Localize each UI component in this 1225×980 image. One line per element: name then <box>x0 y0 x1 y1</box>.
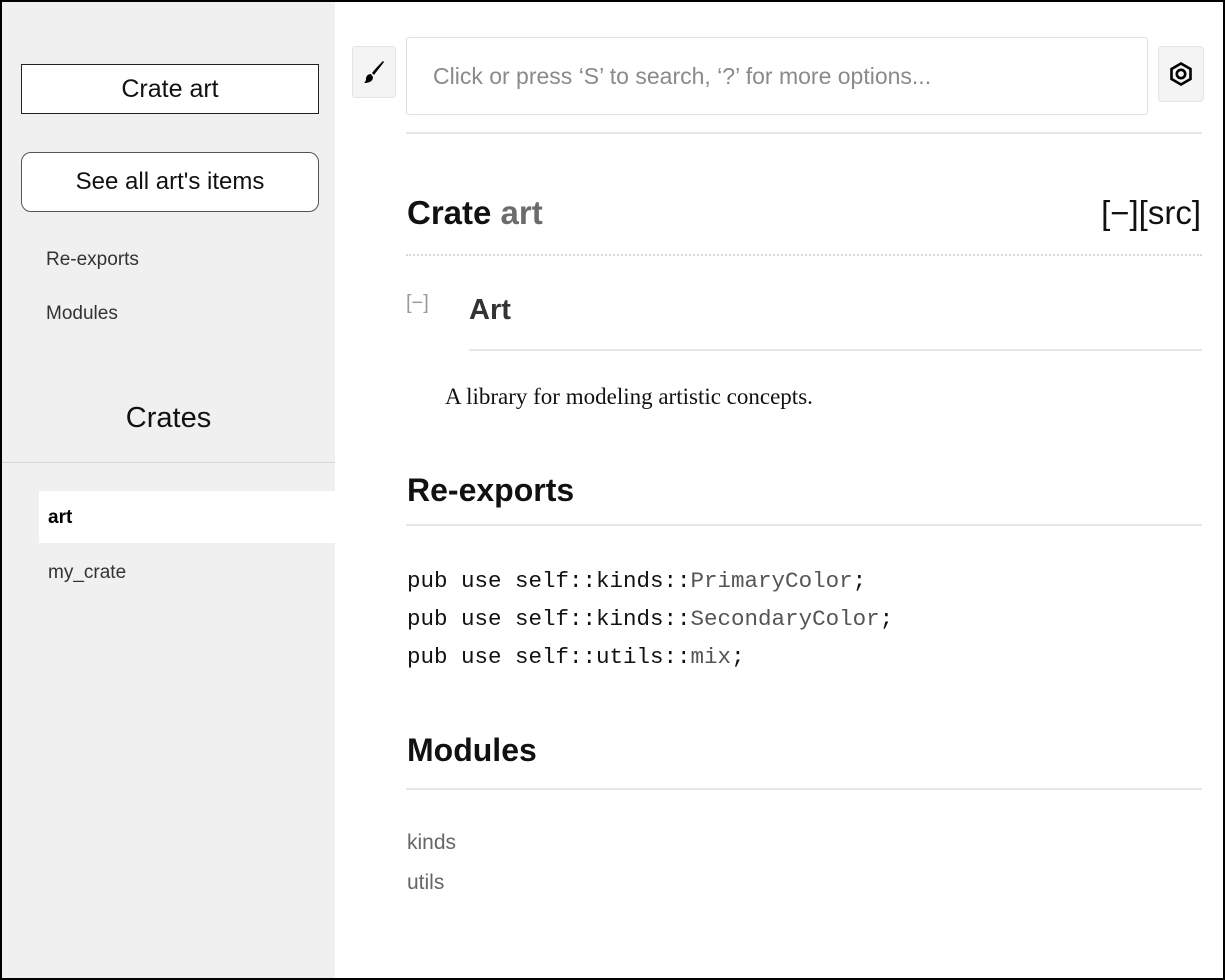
modules-divider <box>406 788 1202 790</box>
crate-description: A library for modeling artistic concepts… <box>445 384 813 409</box>
search-input[interactable] <box>406 37 1148 115</box>
reexport-path: pub use self::kinds:: <box>407 568 691 594</box>
modules-heading[interactable]: Modules <box>407 732 537 769</box>
crates-divider <box>2 462 335 463</box>
out-of-band-controls: [−][src] <box>1101 194 1201 232</box>
crates-heading: Crates <box>125 402 212 434</box>
module-link-utils[interactable]: utils <box>407 868 456 898</box>
module-link-kinds[interactable]: kinds <box>407 828 456 858</box>
page-title-crate-name[interactable]: art <box>501 194 543 231</box>
title-divider <box>406 254 1202 256</box>
see-all-items-button[interactable]: See all art's items <box>21 152 319 212</box>
page-title-kind: Crate <box>407 194 492 231</box>
reexports-divider <box>406 524 1202 526</box>
reexports-code: pub use self::kinds::PrimaryColor; pub u… <box>407 562 893 676</box>
reexport-line: pub use self::utils::mix; <box>407 638 893 676</box>
reexports-heading[interactable]: Re-exports <box>407 472 574 509</box>
sidebar: Crate art See all art's items Re-exports… <box>2 2 335 978</box>
reexport-line: pub use self::kinds::SecondaryColor; <box>407 600 893 638</box>
reexport-semicolon: ; <box>731 644 745 670</box>
gear-icon <box>1170 62 1192 86</box>
crate-item-my-crate[interactable]: my_crate <box>48 562 126 584</box>
collapse-all-toggle[interactable]: [−] <box>1101 194 1139 231</box>
crate-item-art[interactable]: art <box>39 491 335 543</box>
reexport-item-link[interactable]: mix <box>691 644 732 670</box>
sidebar-crate-title[interactable]: Crate art <box>21 64 319 114</box>
paintbrush-icon <box>364 61 384 83</box>
reexport-item-link[interactable]: PrimaryColor <box>691 568 853 594</box>
sidebar-link-modules[interactable]: Modules <box>46 300 139 354</box>
reexport-line: pub use self::kinds::PrimaryColor; <box>407 562 893 600</box>
reexport-path: pub use self::utils:: <box>407 644 691 670</box>
src-link[interactable]: [src] <box>1139 194 1201 231</box>
reexport-item-link[interactable]: SecondaryColor <box>691 606 880 632</box>
settings-button[interactable] <box>1158 46 1204 102</box>
module-list: kinds utils <box>407 828 456 908</box>
browser-viewport: Crate art See all art's items Re-exports… <box>0 0 1225 980</box>
reexport-path: pub use self::kinds:: <box>407 606 691 632</box>
doc-heading: Art <box>469 294 511 326</box>
doc-heading-divider <box>469 349 1202 351</box>
reexport-semicolon: ; <box>852 568 867 594</box>
page-title: Crate art <box>407 194 543 232</box>
doc-collapse-toggle[interactable]: [−] <box>406 292 429 315</box>
theme-picker-button[interactable] <box>352 46 396 98</box>
reexport-semicolon: ; <box>879 606 894 632</box>
sidebar-link-reexports[interactable]: Re-exports <box>46 246 139 300</box>
sidebar-section-links: Re-exports Modules <box>46 246 139 354</box>
search-divider <box>406 132 1202 134</box>
